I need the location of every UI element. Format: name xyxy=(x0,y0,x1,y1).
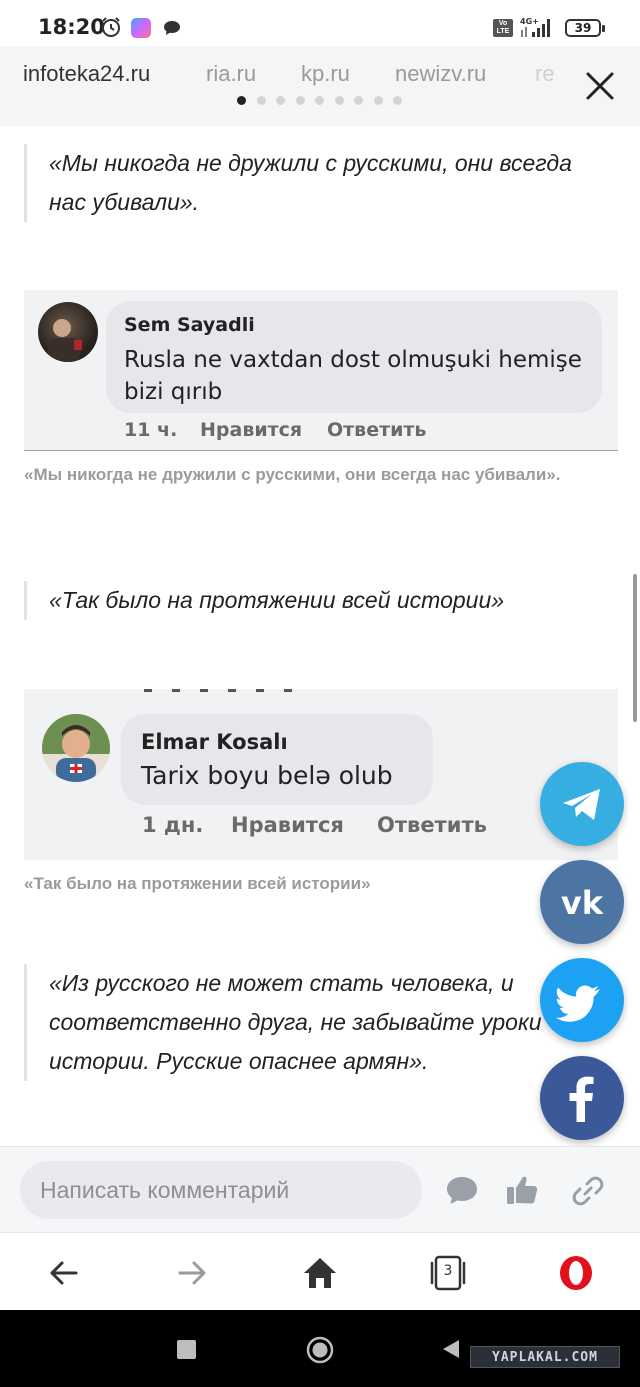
comment-screenshot: Elmar Kosalı Tarix boyu belə olub 1 дн. … xyxy=(24,689,618,860)
comment-text: Rusla ne vaxtdan dost olmuşuki hemişe bi… xyxy=(124,347,582,405)
facebook-share-button[interactable] xyxy=(540,1056,624,1140)
commenter-name: Elmar Kosalı xyxy=(141,730,288,754)
tab-count: 3 xyxy=(443,1263,453,1279)
image-caption: «Так было на протяжении всей истории» xyxy=(24,874,371,893)
commenter-name: Sem Sayadli xyxy=(124,314,255,336)
network-label: 4G+ xyxy=(520,17,539,26)
source-tab-bar: infoteka24.ru ria.ru kp.ru newizv.ru re xyxy=(0,46,640,126)
tabs-button[interactable]: 3 xyxy=(426,1251,470,1295)
page-dot xyxy=(393,96,402,105)
comment-bar xyxy=(0,1146,640,1232)
source-tab-infoteka24[interactable]: infoteka24.ru xyxy=(23,61,150,87)
svg-text:vk: vk xyxy=(561,884,604,922)
browser-toolbar: 3 xyxy=(0,1232,640,1310)
like-link: Нравится xyxy=(200,419,303,441)
source-tab-kp[interactable]: kp.ru xyxy=(301,61,350,87)
like-link: Нравится xyxy=(231,813,344,837)
home-circle-icon[interactable] xyxy=(304,1334,336,1366)
comment-text: Tarix boyu belə olub xyxy=(141,761,393,790)
close-icon[interactable] xyxy=(580,66,620,106)
watermark-logo: YAPLAKAL.COM xyxy=(470,1346,620,1368)
telegram-icon xyxy=(563,789,600,820)
source-tab-re[interactable]: re xyxy=(535,61,555,87)
twitter-icon xyxy=(556,985,600,1022)
status-time: 18:20 xyxy=(38,15,105,39)
opera-menu-icon[interactable] xyxy=(554,1251,598,1295)
page-dot xyxy=(335,96,344,105)
like-icon[interactable] xyxy=(505,1173,539,1207)
telegram-share-button[interactable] xyxy=(540,762,624,846)
avatar-photo xyxy=(42,714,110,782)
page-dot xyxy=(257,96,266,105)
app-notification-icon xyxy=(131,18,151,38)
comment-bubble: Elmar Kosalı Tarix boyu belə olub xyxy=(121,714,433,805)
volte-icon: Vo LTE xyxy=(493,19,513,37)
link-icon[interactable] xyxy=(570,1173,606,1209)
chat-notification-icon xyxy=(164,21,180,35)
comment-bubble: Sem Sayadli Rusla ne vaxtdan dost olmuşu… xyxy=(106,301,602,413)
recents-icon[interactable] xyxy=(177,1340,196,1359)
quote-block: «Так было на протяжении всей истории» xyxy=(24,581,584,620)
quote-block: «Мы никогда не дружили с русскими, они в… xyxy=(24,144,584,222)
twitter-share-button[interactable] xyxy=(540,958,624,1042)
signal-icon: 4G+ xyxy=(520,17,550,37)
system-back-icon[interactable] xyxy=(440,1338,462,1360)
home-icon[interactable] xyxy=(298,1251,342,1295)
source-tab-newizv[interactable]: newizv.ru xyxy=(395,61,486,87)
page-dot xyxy=(296,96,305,105)
page-dot xyxy=(237,96,246,105)
avatar-photo xyxy=(48,319,82,362)
page-dot xyxy=(354,96,363,105)
comment-input[interactable] xyxy=(20,1161,422,1219)
back-arrow-icon[interactable] xyxy=(42,1251,86,1295)
vk-icon: vk xyxy=(561,884,604,922)
reply-link: Ответить xyxy=(377,813,487,837)
alarm-icon xyxy=(102,17,120,37)
comment-screenshot: Sem Sayadli Rusla ne vaxtdan dost olmuşu… xyxy=(24,290,618,451)
source-tab-ria[interactable]: ria.ru xyxy=(206,61,256,87)
comment-time: 1 дн. xyxy=(142,813,204,837)
page-dot xyxy=(315,96,324,105)
quote-block: «Из русского не может стать человека, и … xyxy=(24,964,584,1081)
avatar xyxy=(42,714,110,782)
forward-arrow-icon[interactable] xyxy=(170,1251,214,1295)
page-dot xyxy=(276,96,285,105)
comments-icon[interactable] xyxy=(445,1173,479,1207)
cropped-text-remnant xyxy=(144,689,294,692)
image-caption: «Мы никогда не дружили с русскими, они в… xyxy=(24,465,561,484)
facebook-icon xyxy=(569,1076,594,1122)
comment-time: 11 ч. xyxy=(124,419,178,441)
divider xyxy=(24,450,618,451)
battery-indicator: 39 xyxy=(565,19,605,37)
page-dot xyxy=(374,96,383,105)
avatar xyxy=(38,302,98,362)
reply-link: Ответить xyxy=(327,419,427,441)
vk-share-button[interactable]: vk xyxy=(540,860,624,944)
scrollbar[interactable] xyxy=(633,574,637,722)
